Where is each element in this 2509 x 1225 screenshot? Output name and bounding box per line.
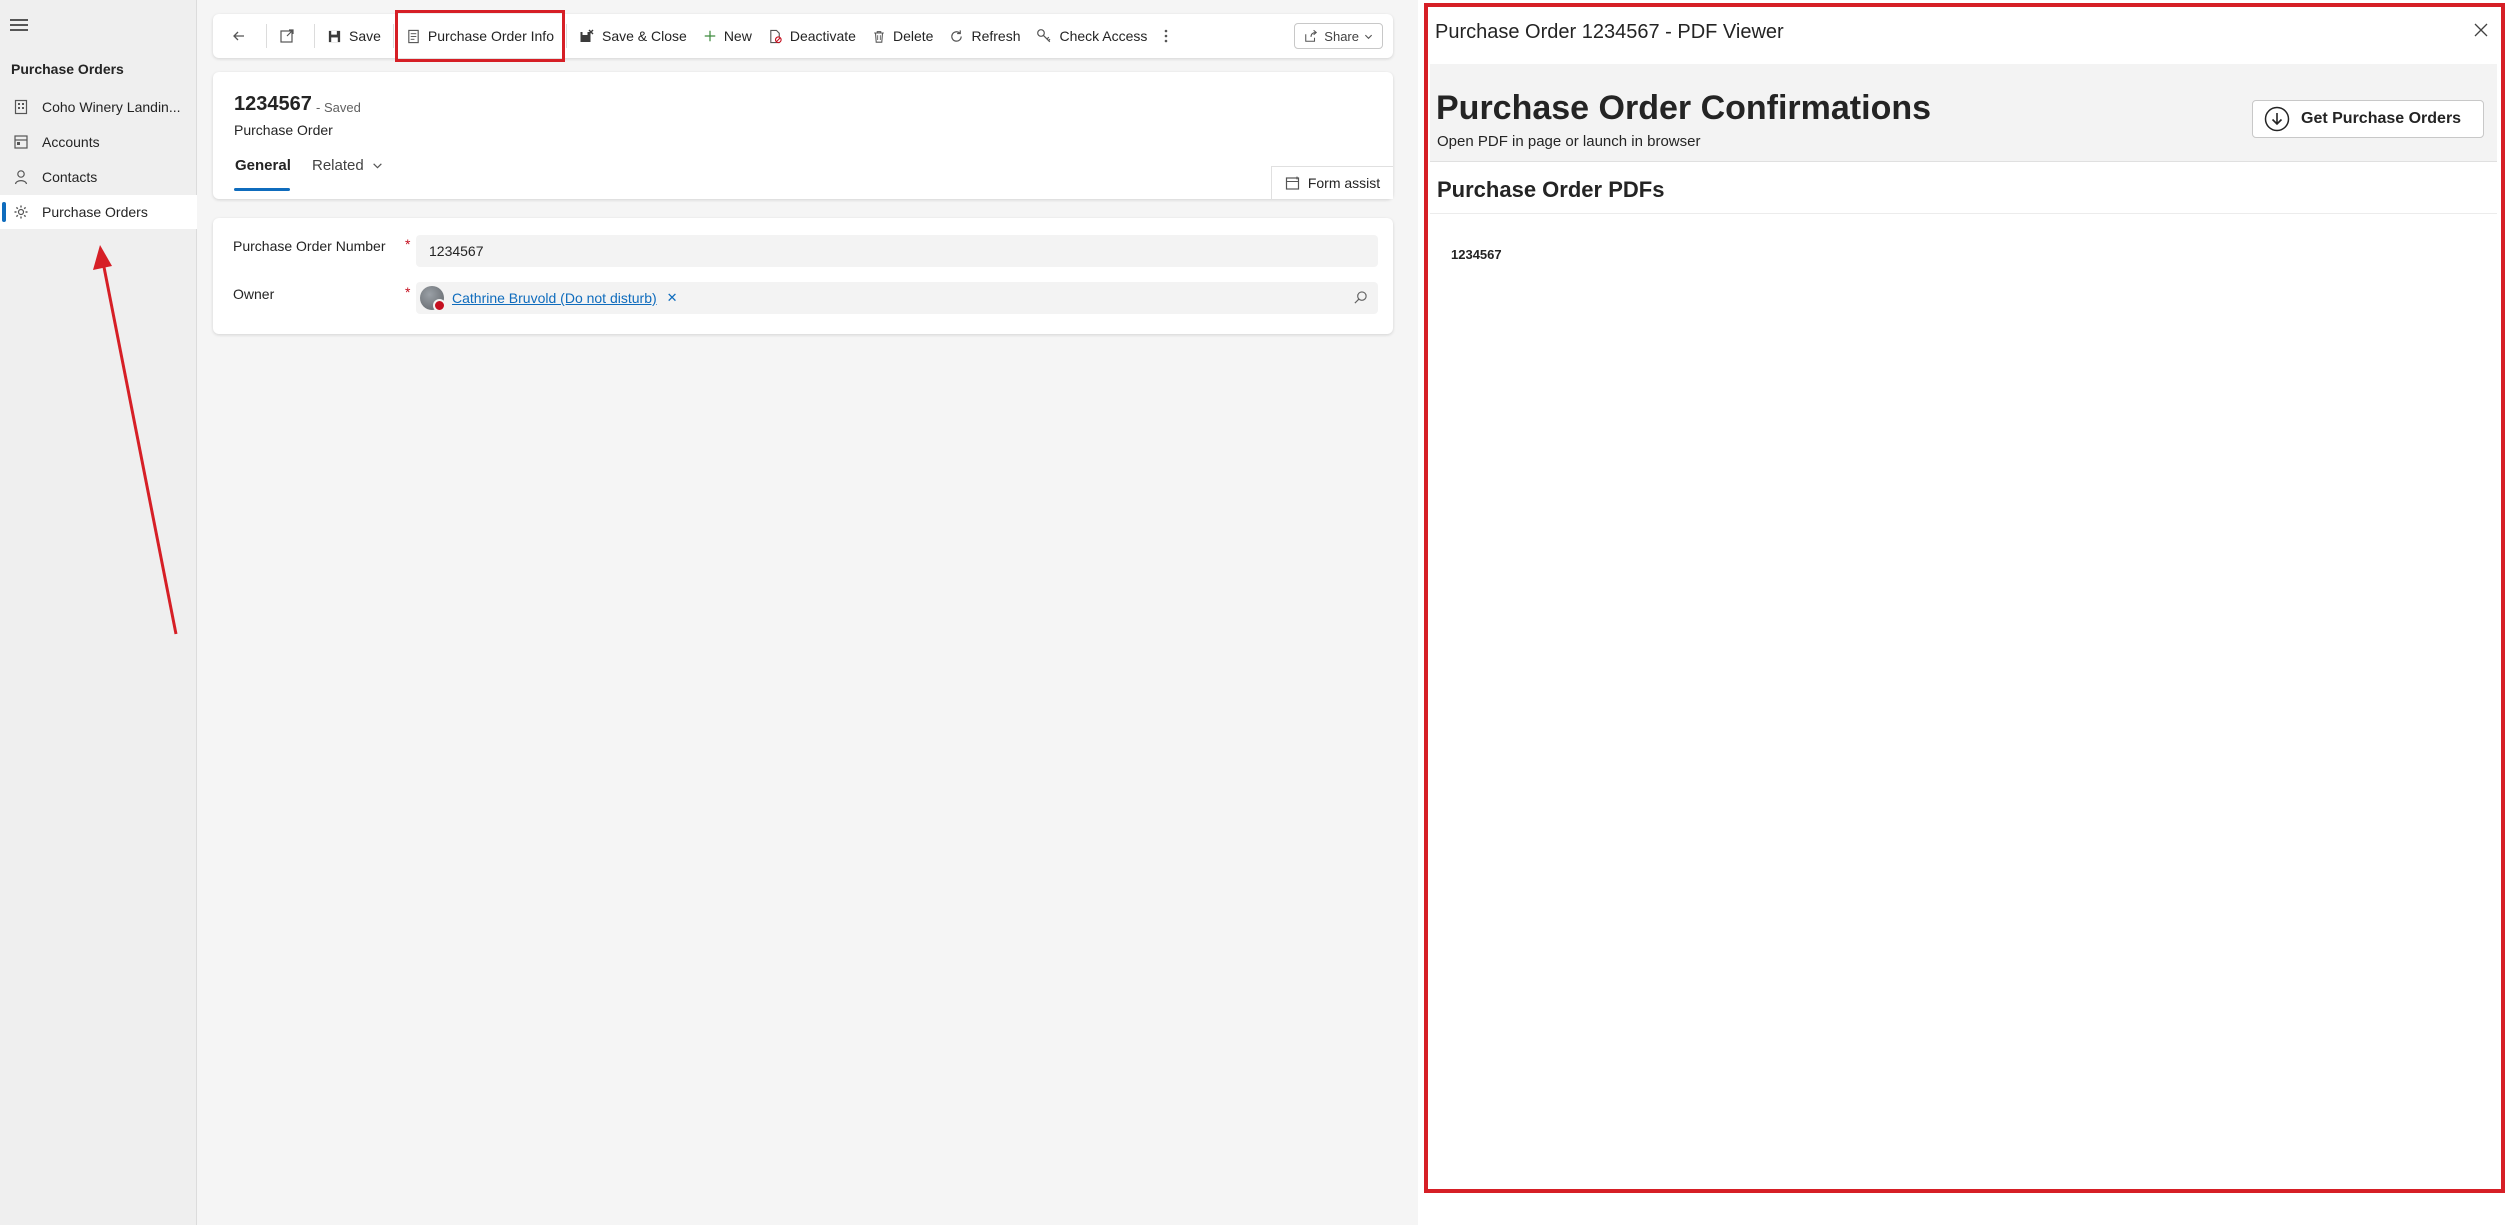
owner-lookup-field[interactable]: Cathrine Bruvold (Do not disturb) ✕ [416,282,1378,314]
pdf-subheading: Open PDF in page or launch in browser [1437,133,1701,150]
panel-title: Purchase Order 1234567 - PDF Viewer [1435,21,1784,43]
hamburger-menu-icon[interactable] [10,16,30,34]
record-header: 1234567 - Saved Purchase Order General R… [213,72,1393,199]
save-icon [328,30,341,42]
purchase-order-info-button[interactable]: Purchase Order Info [394,10,565,62]
sidebar-heading: Purchase Orders [11,61,124,77]
refresh-label: Refresh [971,28,1021,44]
sidebar-item-label: Coho Winery Landin... [42,99,181,115]
gear-icon [12,203,30,221]
tab-label: Related [312,157,364,174]
accounts-icon [12,133,30,151]
open-in-new-window-button[interactable] [271,20,310,52]
divider [314,24,315,48]
get-purchase-orders-label: Get Purchase Orders [2301,110,2462,127]
tab-general[interactable]: General [235,157,291,174]
refresh-button[interactable]: Refresh [941,20,1028,52]
sidebar-item-label: Accounts [42,134,100,150]
plus-icon [704,30,716,42]
record-title: 1234567 [234,93,312,115]
entity-name: Purchase Order [234,122,333,138]
refresh-icon [951,29,963,42]
divider [1430,213,2497,214]
delete-button[interactable]: Delete [864,20,941,52]
person-icon [12,168,30,186]
close-icon[interactable] [2474,23,2488,37]
more-vertical-icon [1165,29,1168,43]
more-commands-button[interactable] [1155,20,1184,52]
deactivate-icon [770,29,782,43]
key-icon [1037,29,1051,43]
document-icon [408,29,419,43]
tab-related[interactable]: Related [312,157,383,174]
sidebar-item-label: Purchase Orders [42,204,148,220]
po-number-label: Purchase Order Number [233,238,386,254]
save-label: Save [349,28,381,44]
back-button[interactable] [223,20,262,52]
remove-owner-icon[interactable]: ✕ [667,290,678,306]
save-close-icon [580,29,594,42]
open-new-window-icon [280,29,294,43]
deactivate-label: Deactivate [789,28,856,44]
sidebar-item-purchase-orders[interactable]: Purchase Orders [0,195,197,229]
form-assist-label: Form assist [1307,175,1381,191]
divider [392,24,394,48]
get-purchase-orders-button[interactable]: Get Purchase Orders [2252,100,2484,138]
form-assist-button[interactable]: Form assist [1271,166,1393,199]
sidebar-item-contacts[interactable]: Contacts [0,160,197,194]
avatar [420,286,446,312]
owner-label: Owner [233,286,275,302]
building-icon [12,98,30,116]
chevron-down-icon [1364,34,1373,39]
chevron-down-icon [372,163,382,169]
save-button[interactable]: Save [319,20,389,52]
share-button[interactable]: Share [1294,23,1383,49]
search-icon[interactable] [1353,290,1368,305]
new-button[interactable]: New [695,20,760,52]
trash-icon [874,30,884,43]
share-label: Share [1324,28,1359,44]
divider [266,24,267,48]
sidebar-item-label: Contacts [42,169,98,185]
new-label: New [723,28,752,44]
pdf-heading: Purchase Order Confirmations [1436,89,1932,127]
check-access-label: Check Access [1059,28,1148,44]
sidebar: Purchase Orders Coho Winery Landin... Ac… [0,0,197,1225]
deactivate-button[interactable]: Deactivate [760,20,864,52]
save-status: - Saved [316,100,361,115]
command-bar: Save Purchase Order Info Save & Close Ne… [213,10,1393,62]
divider [565,24,567,48]
share-icon [1305,29,1318,42]
sidebar-item-coho-winery[interactable]: Coho Winery Landin... [0,90,197,124]
general-section: Purchase Order Number * 1234567 Owner * … [213,218,1393,334]
save-and-close-label: Save & Close [601,28,687,44]
owner-link[interactable]: Cathrine Bruvold (Do not disturb) [452,290,657,306]
purchase-order-info-label: Purchase Order Info [427,28,554,44]
pdf-section-title: Purchase Order PDFs [1437,177,1665,202]
active-tab-indicator [234,188,290,191]
back-arrow-icon [233,31,244,41]
tab-label: General [235,157,291,174]
delete-label: Delete [892,28,934,44]
download-circle-icon [2264,106,2290,132]
po-number-value: 1234567 [429,243,484,259]
required-marker: * [405,236,411,252]
check-access-button[interactable]: Check Access [1028,20,1155,52]
save-and-close-button[interactable]: Save & Close [571,20,695,52]
required-marker: * [405,284,411,300]
sidebar-item-accounts[interactable]: Accounts [0,125,197,159]
pdf-list-item[interactable]: 1234567 [1451,247,1502,262]
po-number-field[interactable]: 1234567 [416,235,1378,267]
form-assist-icon [1285,176,1299,190]
